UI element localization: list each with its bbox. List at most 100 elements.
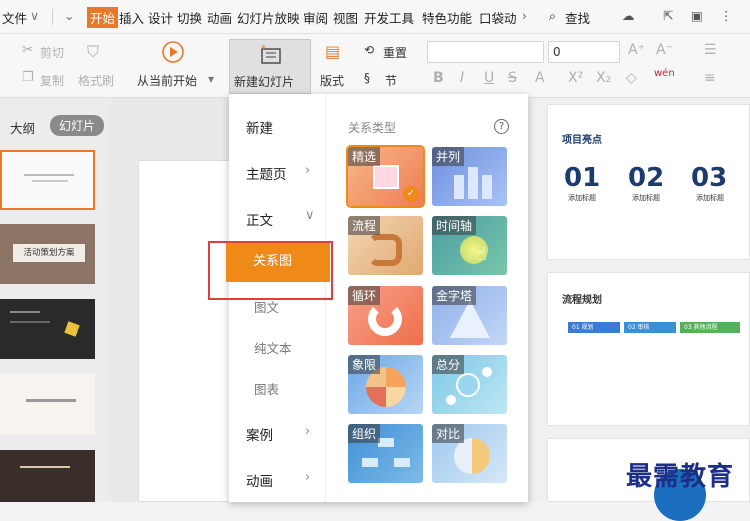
play-icon[interactable] (161, 40, 185, 64)
cloud-sync-icon[interactable]: ☁ (622, 8, 635, 23)
category-case[interactable]: 案例 (246, 424, 273, 444)
pinyin-icon[interactable]: wén (654, 68, 675, 79)
category-body[interactable]: 正文 (246, 209, 273, 229)
shrink-font-icon[interactable]: A⁻ (656, 42, 673, 58)
slide-thumbnail-2[interactable]: 活动策划方案 (0, 224, 95, 284)
subscript-icon[interactable]: X₂ (596, 70, 611, 86)
category-new[interactable]: 新建 (246, 117, 273, 137)
search-button[interactable]: 查找 (565, 8, 590, 27)
card-label: 对比 (432, 424, 465, 443)
copy-button[interactable]: 复制 (40, 72, 64, 89)
font-color-icon[interactable]: A (535, 70, 545, 86)
preview-caption: 添加标题 (696, 194, 724, 202)
node-icon (446, 395, 456, 405)
org-box-icon (362, 458, 378, 467)
org-box-icon (394, 458, 410, 467)
gift-icon (373, 165, 399, 189)
chevron-down-icon: ∨ (305, 208, 315, 223)
cut-button[interactable]: 剪切 (40, 44, 64, 61)
card-process[interactable]: 流程 (348, 216, 423, 275)
font-name-select[interactable] (427, 41, 544, 63)
card-parallel[interactable]: 并列 (432, 147, 507, 206)
card-label: 金字塔 (432, 286, 477, 305)
highlight-box (208, 241, 333, 300)
template-preview-panel: 项目亮点 01 02 03 添加标题 添加标题 添加标题 流程规划 01 规划 … (528, 98, 750, 521)
tab-pocket-animation[interactable]: 口袋动 (479, 8, 519, 27)
help-icon[interactable]: ? (494, 119, 509, 134)
tab-insert[interactable]: 插入 (119, 8, 144, 27)
slides-tab[interactable]: 幻灯片 (50, 115, 105, 136)
format-painter-button[interactable]: 格式刷 (78, 72, 114, 89)
tab-developer[interactable]: 开发工具 (364, 8, 414, 27)
file-menu[interactable]: 文件 (2, 8, 27, 27)
preview-number: 02 (628, 163, 665, 193)
preview-card-process[interactable]: 流程规划 01 规划 02 审核 03 其他流程 (547, 272, 750, 426)
node-hub-icon (456, 373, 480, 397)
underline-icon[interactable]: U (484, 70, 494, 86)
node-icon (482, 367, 492, 377)
card-label: 总分 (432, 355, 465, 374)
tab-review[interactable]: 审阅 (303, 8, 328, 27)
superscript-icon[interactable]: X² (568, 70, 583, 86)
outline-tab[interactable]: 大纲 (10, 118, 35, 137)
tab-design[interactable]: 设计 (148, 8, 173, 27)
watermark: 最需教育 (626, 462, 735, 492)
clear-format-icon[interactable]: ◇ (626, 70, 637, 86)
collab-icon[interactable]: ▣ (691, 8, 703, 23)
font-size-select[interactable]: 0 (548, 41, 620, 63)
chevron-right-icon: › (305, 163, 311, 178)
grow-font-icon[interactable]: A⁺ (628, 42, 645, 58)
italic-icon[interactable]: I (460, 70, 464, 86)
card-timeline[interactable]: ☝ 时间轴 (432, 216, 507, 275)
preview-caption: 添加标题 (568, 194, 596, 202)
tab-view[interactable]: 视图 (333, 8, 358, 27)
quick-access-chevron-icon[interactable]: ⌄ (64, 8, 74, 23)
bullets-icon[interactable]: ☰ (704, 42, 717, 58)
preview-number: 01 (564, 163, 601, 193)
tab-transition[interactable]: 切换 (177, 8, 202, 27)
search-icon[interactable]: ⌕ (549, 8, 556, 24)
tab-features[interactable]: 特色功能 (422, 8, 472, 27)
card-featured[interactable]: ✓ 精选 (346, 145, 425, 208)
bold-icon[interactable]: B (433, 70, 444, 86)
tab-animation[interactable]: 动画 (207, 8, 232, 27)
file-chevron-icon[interactable]: ∨ (30, 8, 39, 23)
layout-button[interactable]: 版式 (320, 72, 344, 89)
preview-card-highlights[interactable]: 项目亮点 01 02 03 添加标题 添加标题 添加标题 (547, 104, 750, 260)
section-icon: § (364, 71, 370, 85)
slide-canvas[interactable] (138, 160, 233, 502)
slide-thumbnail-4[interactable] (0, 374, 95, 434)
thumbnail-text-line (26, 399, 76, 402)
category-animation[interactable]: 动画 (246, 470, 273, 490)
tab-home[interactable]: 开始 (87, 7, 119, 28)
strikethrough-icon[interactable]: S (508, 70, 517, 86)
more-tabs-icon[interactable]: › (522, 8, 527, 23)
card-organization[interactable]: 组织 (348, 424, 423, 483)
card-pyramid[interactable]: 金字塔 (432, 286, 507, 345)
new-slide-button[interactable]: ✳ 新建幻灯片 (229, 39, 311, 94)
org-box-icon (378, 438, 394, 447)
thumbnail-text-line (10, 321, 50, 323)
from-current-button[interactable]: 从当前开始 (137, 72, 197, 89)
category-plain-text[interactable]: 纯文本 (254, 338, 292, 357)
slide-thumbnail-3[interactable] (0, 299, 95, 359)
slide-thumbnail-5[interactable] (0, 450, 95, 502)
bar-icon (454, 175, 464, 199)
section-button[interactable]: 节 (385, 72, 397, 89)
chevron-down-icon[interactable]: ▾ (208, 72, 214, 86)
category-chart[interactable]: 图表 (254, 379, 279, 398)
card-total-split[interactable]: 总分 (432, 355, 507, 414)
tab-slideshow[interactable]: 幻灯片放映 (237, 8, 300, 27)
slide-thumbnail-1[interactable] (0, 150, 95, 210)
card-label: 象限 (348, 355, 381, 374)
svg-text:✳: ✳ (260, 43, 267, 52)
card-compare[interactable]: 对比 (432, 424, 507, 483)
align-icon[interactable]: ≡ (704, 70, 716, 86)
card-cycle[interactable]: 循环 (348, 286, 423, 345)
category-theme[interactable]: 主题页 (246, 163, 287, 183)
card-quadrant[interactable]: 象限 (348, 355, 423, 414)
more-icon[interactable]: ⋮ (720, 8, 733, 23)
preview-caption: 添加标题 (632, 194, 660, 202)
share-icon[interactable]: ⇱ (663, 8, 673, 23)
reset-button[interactable]: 重置 (383, 44, 407, 61)
